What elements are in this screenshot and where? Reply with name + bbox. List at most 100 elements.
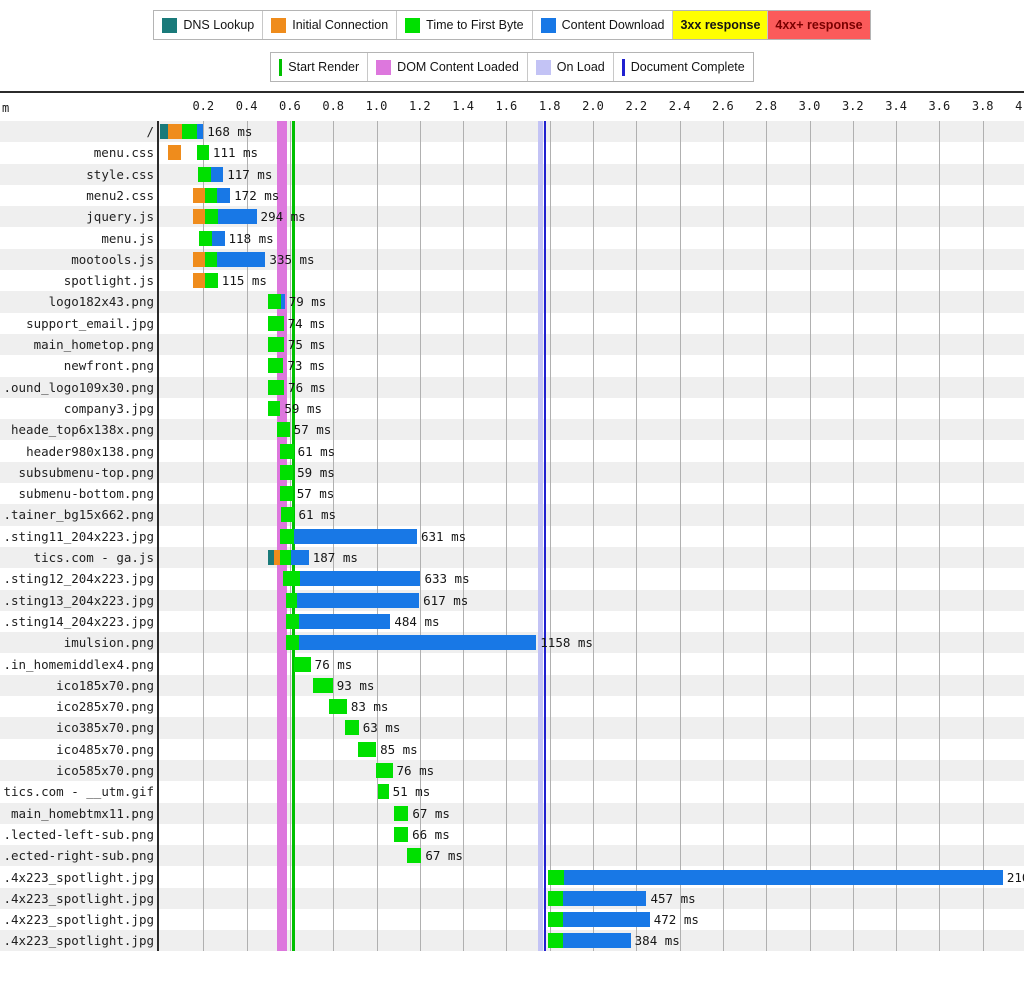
bar-segment-connect[interactable] [192,251,205,267]
request-label[interactable]: style.css [0,164,157,185]
bar-segment-ttfb[interactable] [280,464,294,480]
bar-segment-ttfb[interactable] [376,763,393,778]
request-label[interactable]: .ound_logo109x30.png [0,377,157,398]
bar-segment-ttfb[interactable] [267,400,281,416]
bar-segment-download[interactable] [299,571,421,587]
request-label[interactable]: ico285x70.png [0,696,157,717]
request-label[interactable]: mootools.js [0,249,157,270]
bar-segment-ttfb[interactable] [357,741,377,757]
bar-segment-ttfb[interactable] [267,315,284,331]
bar-segment-ttfb[interactable] [285,635,300,651]
bar-segment-download[interactable] [562,890,647,906]
request-label[interactable]: ico485x70.png [0,739,157,760]
bar-segment-download[interactable] [211,230,225,246]
bar-segment-download[interactable] [217,187,231,203]
request-label[interactable]: jquery.js [0,206,157,227]
bar-segment-ttfb[interactable] [406,848,422,864]
bar-segment-ttfb[interactable] [182,124,198,139]
bar-segment-ttfb[interactable] [267,358,284,374]
request-label[interactable]: ico185x70.png [0,675,157,696]
bar-segment-ttfb[interactable] [277,422,290,438]
bar-segment-ttfb[interactable] [285,592,298,608]
bar-segment-download[interactable] [218,209,257,225]
bar-segment-download[interactable] [563,933,631,949]
bar-segment-dns[interactable] [160,124,169,139]
request-label[interactable]: .4x223_spotlight.jpg [0,909,157,930]
request-label[interactable]: main_homebtmx11.png [0,803,157,824]
bar-segment-ttfb[interactable] [312,677,333,693]
bar-segment-ttfb[interactable] [547,912,564,928]
bar-segment-ttfb[interactable] [280,443,294,459]
request-label[interactable]: .sting12_204x223.jpg [0,568,157,589]
bar-segment-ttfb[interactable] [294,656,311,672]
request-label[interactable]: heade_top6x138x.png [0,419,157,440]
bar-segment-download[interactable] [299,613,391,629]
request-label[interactable]: company3.jpg [0,398,157,419]
bar-segment-ttfb[interactable] [281,507,295,523]
request-label[interactable]: submenu-bottom.png [0,483,157,504]
bar-segment-connect[interactable] [168,124,183,139]
bar-segment-ttfb[interactable] [267,337,284,352]
bar-segment-ttfb[interactable] [547,890,563,906]
bar-segment-download[interactable] [297,592,420,608]
request-label[interactable]: main_hometop.png [0,334,157,355]
bar-segment-download[interactable] [211,166,224,182]
request-label[interactable]: .in_homemiddlex4.png [0,654,157,675]
request-label[interactable]: ico385x70.png [0,717,157,738]
request-label[interactable]: .4x223_spotlight.jpg [0,888,157,909]
request-label[interactable]: .tainer_bg15x662.png [0,504,157,525]
bar-segment-ttfb[interactable] [204,251,218,267]
bar-segment-ttfb[interactable] [345,720,359,736]
bar-segment-download[interactable] [563,869,1003,885]
bar-segment-ttfb[interactable] [267,294,282,310]
request-label[interactable]: spotlight.js [0,270,157,291]
request-label[interactable]: menu.js [0,228,157,249]
request-label[interactable]: .lected-left-sub.png [0,824,157,845]
request-label[interactable]: menu2.css [0,185,157,206]
bar-segment-connect[interactable] [192,209,206,225]
bar-segment-ttfb[interactable] [547,933,564,949]
bar-segment-ttfb[interactable] [205,187,218,203]
request-label[interactable]: .sting11_204x223.jpg [0,526,157,547]
bar-segment-ttfb[interactable] [328,699,347,715]
bar-segment-ttfb[interactable] [198,230,212,246]
bar-segment-download[interactable] [293,528,417,544]
request-label[interactable]: support_email.jpg [0,313,157,334]
bar-segment-download[interactable] [563,912,650,928]
bar-segment-connect[interactable] [192,187,206,203]
bar-segment-ttfb[interactable] [377,784,389,800]
bar-segment-ttfb[interactable] [280,550,292,565]
request-label[interactable]: .sting13_204x223.jpg [0,590,157,611]
bar-segment-ttfb[interactable] [280,486,293,502]
request-label[interactable]: .ected-right-sub.png [0,845,157,866]
bar-segment-download[interactable] [281,294,285,310]
request-label[interactable]: .4x223_spotlight.jpg [0,867,157,888]
bar-segment-ttfb[interactable] [393,826,409,842]
bar-segment-ttfb[interactable] [547,869,564,885]
bar-segment-ttfb[interactable] [283,571,300,587]
request-label[interactable]: .4x223_spotlight.jpg [0,930,157,951]
bar-segment-ttfb[interactable] [197,145,209,161]
request-label[interactable]: subsubmenu-top.png [0,462,157,483]
request-label[interactable]: tics.com - __utm.gif [0,781,157,802]
request-label[interactable]: logo182x43.png [0,291,157,312]
request-label[interactable]: menu.css [0,142,157,163]
request-label[interactable]: newfront.png [0,355,157,376]
request-label[interactable]: .sting14_204x223.jpg [0,611,157,632]
bar-segment-ttfb[interactable] [205,273,218,289]
bar-segment-ttfb[interactable] [267,379,285,395]
bar-segment-ttfb[interactable] [197,166,212,182]
request-label[interactable]: header980x138.png [0,441,157,462]
bar-segment-download[interactable] [197,124,204,139]
request-label[interactable]: / [0,121,157,142]
request-label[interactable]: imulsion.png [0,632,157,653]
bar-segment-connect[interactable] [168,145,182,161]
bar-segment-download[interactable] [217,251,266,267]
bar-segment-download[interactable] [299,635,537,651]
bar-segment-ttfb[interactable] [285,613,300,629]
request-label[interactable]: ico585x70.png [0,760,157,781]
bar-segment-download[interactable] [291,550,309,565]
bar-segment-ttfb[interactable] [280,528,294,544]
bar-segment-ttfb[interactable] [205,209,219,225]
bar-segment-connect[interactable] [192,273,206,289]
